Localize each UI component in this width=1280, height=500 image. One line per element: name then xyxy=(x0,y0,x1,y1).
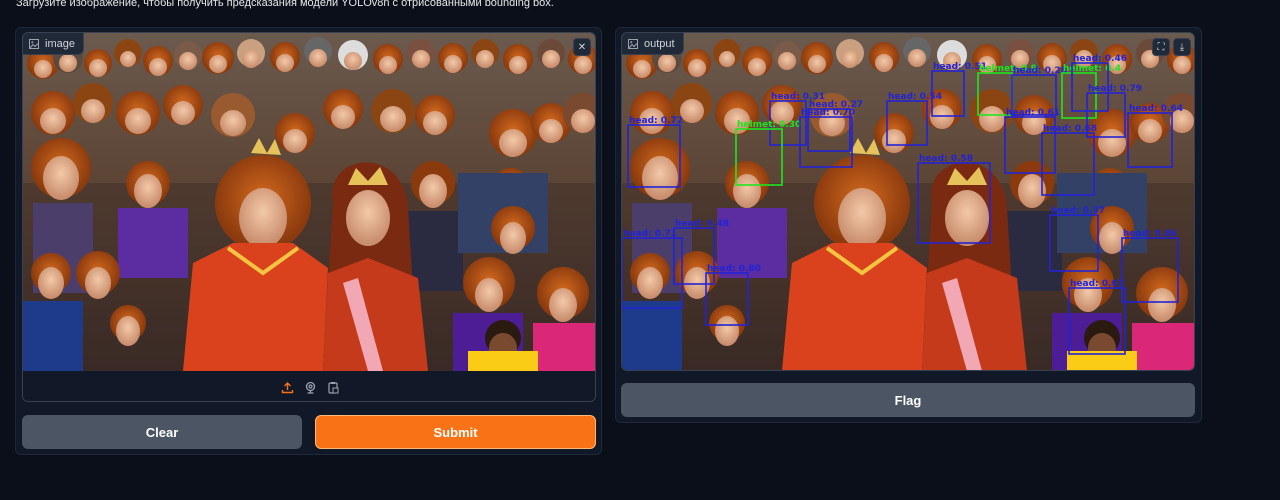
detection-label: head: 0.64 xyxy=(1129,104,1183,114)
output-image-label: output xyxy=(622,33,684,55)
clear-button[interactable]: Clear xyxy=(22,415,302,449)
download-icon[interactable]: ⤓ xyxy=(1173,38,1191,56)
detection-label: head: 0.79 xyxy=(1088,84,1142,94)
detection-label: head: 0.61 xyxy=(1006,108,1060,118)
detection-label: head: 0.71 xyxy=(623,229,677,239)
detection-label: head: 0.58 xyxy=(919,154,973,164)
app-description: Загрузите изображение, чтобы получить пр… xyxy=(16,0,554,9)
detection-label: head: 0.68 xyxy=(1043,124,1097,134)
output-photo: head: 0.51helmet: 0.9head: 0.28helmet: 0… xyxy=(622,33,1194,370)
output-image-block: output ⛶ ⤓ head: 0.51 helmet: 0.9 head: 0.… xyxy=(621,32,1195,371)
detection-label: head: 0.80 xyxy=(707,264,761,274)
upload-icon[interactable] xyxy=(281,381,294,394)
output-image-label-text: output xyxy=(644,37,675,50)
fullscreen-icon[interactable]: ⛶ xyxy=(1152,38,1170,56)
image-icon xyxy=(29,38,39,49)
webcam-icon[interactable] xyxy=(304,381,317,394)
detection-label: head: 0.86 xyxy=(1123,229,1177,239)
detection-label: head: 0.28 xyxy=(1013,66,1067,76)
detection-label: helmet: 0.30 xyxy=(737,120,801,130)
detection-label: head: 0.72 xyxy=(629,116,683,126)
detection-label: head: 0.70 xyxy=(801,108,855,118)
input-image-block[interactable]: image ✕ xyxy=(22,32,596,402)
image-icon xyxy=(628,38,638,49)
input-image-label-text: image xyxy=(45,37,75,50)
detection-label: head: 0.37 xyxy=(1051,206,1105,216)
detection-label: head: 0.48 xyxy=(675,219,729,229)
detection-label: head: 0.46 xyxy=(1073,54,1127,64)
image-source-bar xyxy=(23,371,595,401)
input-photo xyxy=(23,33,595,371)
detection-label: head: 0.67 xyxy=(1070,279,1124,289)
input-image-label: image xyxy=(23,33,84,55)
close-icon[interactable]: ✕ xyxy=(573,38,591,56)
submit-button[interactable]: Submit xyxy=(315,415,596,449)
clipboard-icon[interactable] xyxy=(327,381,340,394)
detection-label: head: 0.54 xyxy=(888,92,942,102)
flag-button[interactable]: Flag xyxy=(621,383,1195,417)
